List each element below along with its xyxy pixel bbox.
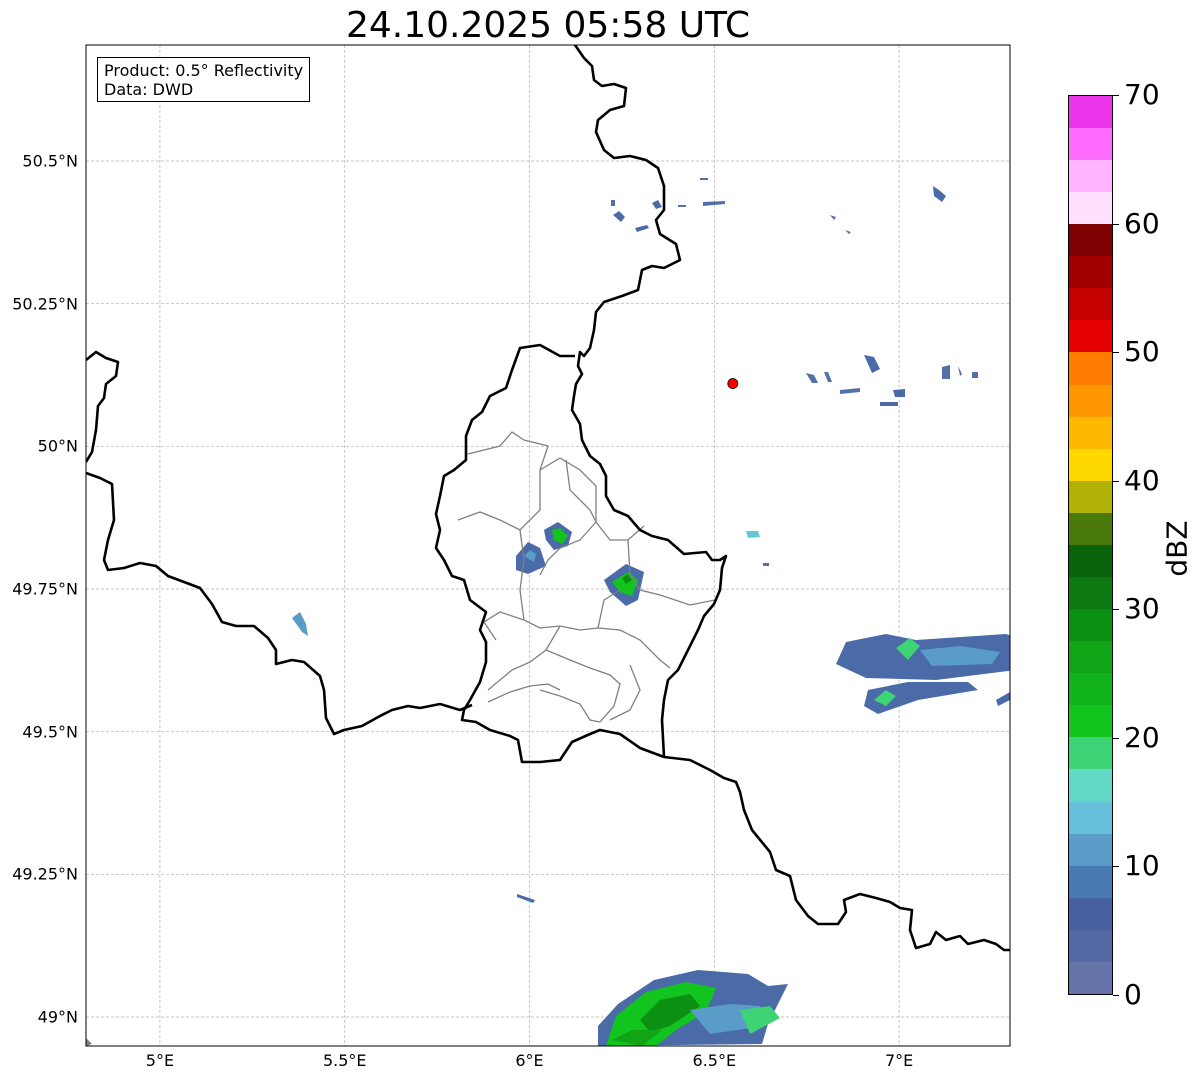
- colorbar-segment: [1069, 641, 1112, 674]
- lon-tick-label: 6°E: [515, 1051, 544, 1070]
- echo-cluster: [880, 402, 898, 406]
- colorbar-segment: [1069, 320, 1112, 353]
- colorbar-tick-label: 0: [1124, 978, 1142, 1011]
- lon-tick-label: 6.5°E: [692, 1051, 737, 1070]
- colorbar-segment: [1069, 801, 1112, 834]
- lon-tick-label: 7°E: [884, 1051, 914, 1070]
- product-info-box: Product: 0.5° Reflectivity Data: DWD: [97, 57, 311, 102]
- colorbar-segment: [1069, 288, 1112, 321]
- colorbar-segment: [1069, 576, 1112, 610]
- country-borders: [86, 45, 1010, 952]
- lon-tick-label: 5.5°E: [322, 1051, 367, 1070]
- colorbar-tick-mark: [1113, 995, 1119, 996]
- echo-cluster: [824, 372, 832, 382]
- colorbar-segment: [1069, 512, 1112, 545]
- colorbar-segment: [1069, 705, 1112, 738]
- data-source-label: Data: DWD: [104, 80, 194, 99]
- lat-tick-label: 50°N: [37, 436, 78, 456]
- colorbar-segment: [1069, 127, 1112, 160]
- colorbar-tick-label: 20: [1124, 720, 1160, 754]
- border-belgium-france: [86, 471, 473, 736]
- echo-cluster: [830, 215, 836, 220]
- colorbar-tick-mark: [1113, 223, 1119, 225]
- border-germany-west: [570, 45, 728, 758]
- colorbar-segment: [1069, 224, 1112, 257]
- colorbar-segment: [1069, 769, 1112, 802]
- echo-cluster: [840, 388, 860, 394]
- colorbar-segment: [1069, 961, 1112, 994]
- radar-map: [85, 44, 1011, 1047]
- echo-cluster: [806, 373, 818, 383]
- echo-cluster: [864, 355, 880, 373]
- colorbar-segment: [1069, 833, 1112, 866]
- echo-cluster: [292, 612, 308, 636]
- radar-site-marker: [727, 378, 739, 389]
- colorbar-tick-mark: [1113, 609, 1119, 611]
- colorbar: [1068, 95, 1113, 995]
- echo-cluster: [958, 366, 962, 376]
- colorbar-segment: [1069, 256, 1112, 289]
- colorbar-segment: [1069, 544, 1112, 577]
- colorbar-tick-label: 50: [1124, 335, 1160, 369]
- precipitation-echoes: [292, 178, 1010, 1046]
- colorbar-segment: [1069, 192, 1112, 225]
- echo-cluster: [700, 178, 708, 180]
- lon-tick-label: 5°E: [145, 1051, 175, 1070]
- colorbar-segment: [1069, 673, 1112, 706]
- colorbar-tick-label: 60: [1124, 206, 1160, 240]
- colorbar-segment: [1069, 384, 1112, 417]
- colorbar-segment: [1069, 352, 1112, 385]
- product-label: Product: 0.5° Reflectivity: [104, 61, 304, 80]
- colorbar-tick-label: 40: [1124, 463, 1160, 497]
- echo-cluster: [972, 372, 978, 378]
- colorbar-tick-label: 70: [1124, 78, 1160, 111]
- echo-cluster: [996, 692, 1010, 706]
- echo-cluster: [942, 365, 950, 379]
- echo-cluster: [763, 563, 769, 566]
- canton-boundaries: [457, 431, 716, 723]
- colorbar-segment: [1069, 929, 1112, 962]
- echo-cluster: [678, 205, 686, 207]
- colorbar-tick-mark: [1113, 866, 1119, 868]
- colorbar-tick-mark: [1113, 480, 1119, 482]
- colorbar-segment: [1069, 865, 1112, 898]
- echo-cluster: [845, 230, 851, 234]
- colorbar-segment: [1069, 159, 1112, 193]
- echo-cluster: [652, 200, 662, 209]
- echo-cluster: [746, 531, 760, 538]
- lat-tick-label: 49.75°N: [12, 579, 78, 599]
- colorbar-tick-mark: [1113, 95, 1119, 96]
- colorbar-tick-mark: [1113, 352, 1119, 354]
- colorbar-segment: [1069, 897, 1112, 930]
- colorbar-segment: [1069, 95, 1112, 128]
- border-belgium-nl: [86, 350, 120, 463]
- colorbar-label: dBZ: [1160, 520, 1194, 577]
- colorbar-tick-mark: [1113, 737, 1119, 739]
- colorbar-segment: [1069, 480, 1112, 513]
- echo-cluster: [933, 186, 946, 202]
- border-germany-france: [663, 755, 1010, 952]
- border-luxembourg: [434, 343, 665, 764]
- colorbar-segment: [1069, 416, 1112, 449]
- colorbar-segment: [1069, 737, 1112, 770]
- colorbar-segment: [1069, 609, 1112, 642]
- lat-tick-label: 49.25°N: [12, 864, 78, 884]
- echo-cluster: [893, 389, 905, 397]
- echo-cluster: [611, 200, 615, 206]
- lat-tick-label: 49°N: [37, 1007, 78, 1027]
- echo-cluster: [517, 894, 535, 903]
- colorbar-tick-label: 10: [1124, 849, 1160, 883]
- lat-tick-label: 50.5°N: [22, 151, 78, 171]
- lat-tick-label: 50.25°N: [12, 294, 78, 314]
- colorbar-tick-label: 30: [1124, 592, 1160, 626]
- colorbar-segment: [1069, 448, 1112, 481]
- echo-cluster: [635, 225, 649, 232]
- echo-cluster: [86, 1038, 92, 1046]
- echo-cluster: [613, 211, 625, 222]
- lat-tick-label: 49.5°N: [22, 722, 78, 742]
